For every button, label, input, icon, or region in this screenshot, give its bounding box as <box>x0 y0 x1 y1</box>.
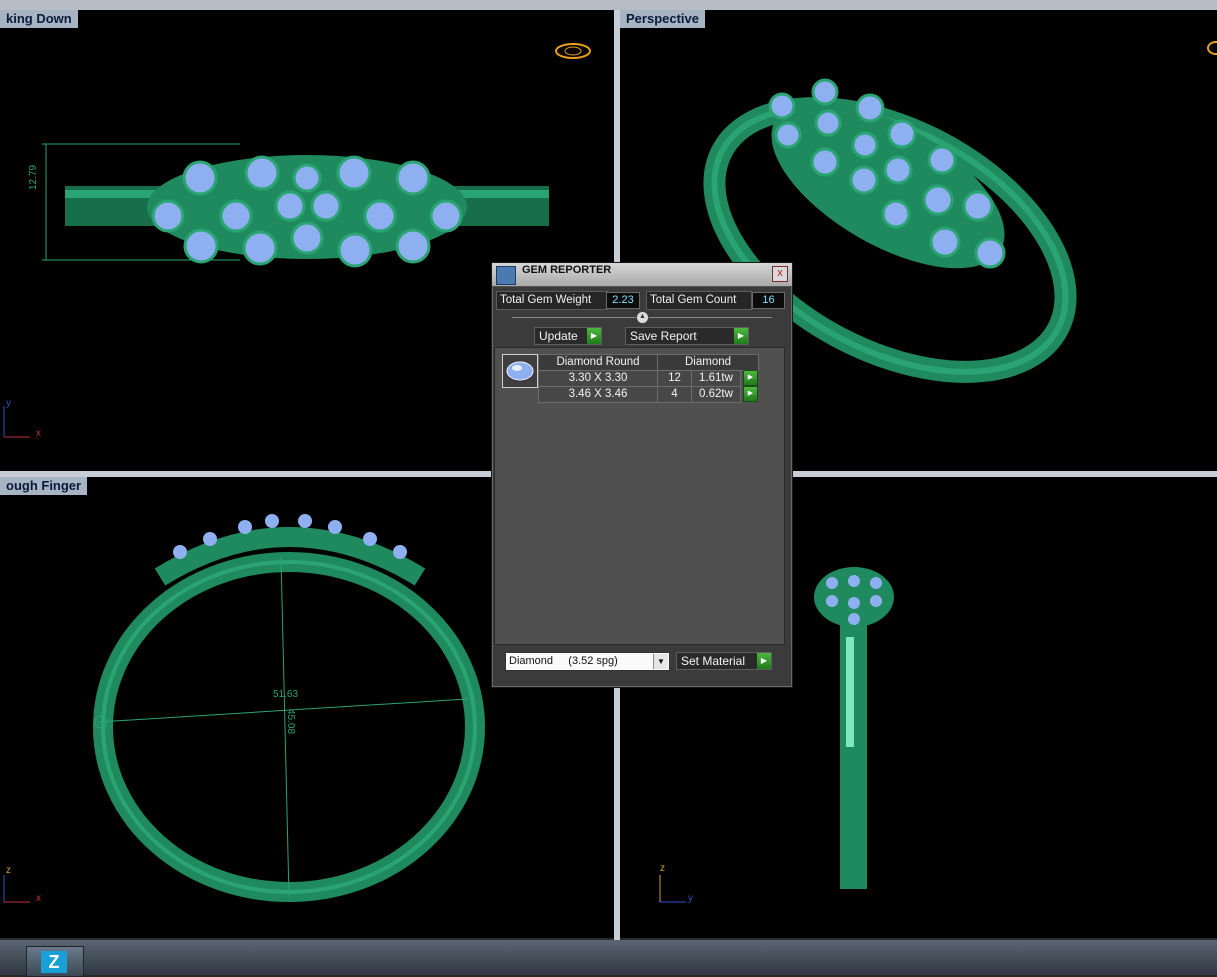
set-material-button[interactable]: Set Material ▶ <box>676 652 772 670</box>
app-z-icon: Z <box>41 951 67 973</box>
dimension-vertical-label: 45.08 <box>285 709 296 735</box>
play-icon: ▶ <box>587 328 601 344</box>
update-button-label: Update <box>539 329 578 343</box>
gem-reporter-app-icon <box>496 266 516 285</box>
panel-titlebar[interactable]: GEM REPORTER x <box>492 263 792 287</box>
row-1-action-icon[interactable]: ▶ <box>743 370 758 386</box>
total-gem-count-label: Total Gem Count <box>646 291 752 310</box>
gem-reporter-panel: GEM REPORTER x Total Gem Weight 2.23 Tot… <box>491 262 793 688</box>
save-report-button[interactable]: Save Report ▶ <box>625 327 749 345</box>
row-2-count: 4 <box>657 386 692 403</box>
panel-title: GEM REPORTER <box>522 264 612 276</box>
dimension-horizontal-label: 51.63 <box>273 689 299 700</box>
row-2-weight: 0.62tw <box>691 386 741 403</box>
panel-slider-knob[interactable]: ▲ <box>636 311 649 324</box>
total-gem-count-value: 16 <box>752 292 785 309</box>
material-select[interactable]: Diamond (3.52 spg) ▼ <box>505 652 670 671</box>
taskbar: Z <box>0 940 1217 977</box>
axis-y-label: y <box>6 398 11 409</box>
update-button[interactable]: Update ▶ <box>534 327 602 345</box>
top-window-strip <box>0 0 1217 10</box>
row-2-action-icon[interactable]: ▶ <box>743 386 758 402</box>
material-select-value: Diamond (3.52 spg) <box>509 655 618 667</box>
total-gem-weight-value: 2.23 <box>606 292 640 309</box>
axis-x-label: x <box>36 428 41 439</box>
set-material-button-label: Set Material <box>681 654 746 668</box>
total-gem-weight-label: Total Gem Weight <box>496 291 608 310</box>
row-1-count: 12 <box>657 370 692 387</box>
chevron-down-icon[interactable]: ▼ <box>653 654 668 669</box>
save-report-button-label: Save Report <box>630 329 697 343</box>
row-1-weight: 1.61tw <box>691 370 741 387</box>
axis-z-label: z <box>6 865 11 876</box>
row-2-size: 3.46 X 3.46 <box>538 386 658 403</box>
close-button[interactable]: x <box>772 266 788 282</box>
axis-z-label: z <box>660 863 665 874</box>
header-material: Diamond <box>657 354 759 371</box>
row-1-size: 3.30 X 3.30 <box>538 370 658 387</box>
diamond-round-icon <box>502 354 538 388</box>
header-shape: Diamond Round <box>538 354 658 371</box>
dimension-label: 12.79 <box>28 164 39 190</box>
gem-list-area[interactable]: Diamond Round Diamond 3.30 X 3.30 12 1.6… <box>494 347 785 645</box>
axis-y-label: y <box>688 893 693 904</box>
axis-x-label: x <box>36 893 41 904</box>
play-icon: ▶ <box>757 653 771 669</box>
taskbar-app-icon[interactable]: Z <box>26 946 84 977</box>
play-icon: ▶ <box>734 328 748 344</box>
